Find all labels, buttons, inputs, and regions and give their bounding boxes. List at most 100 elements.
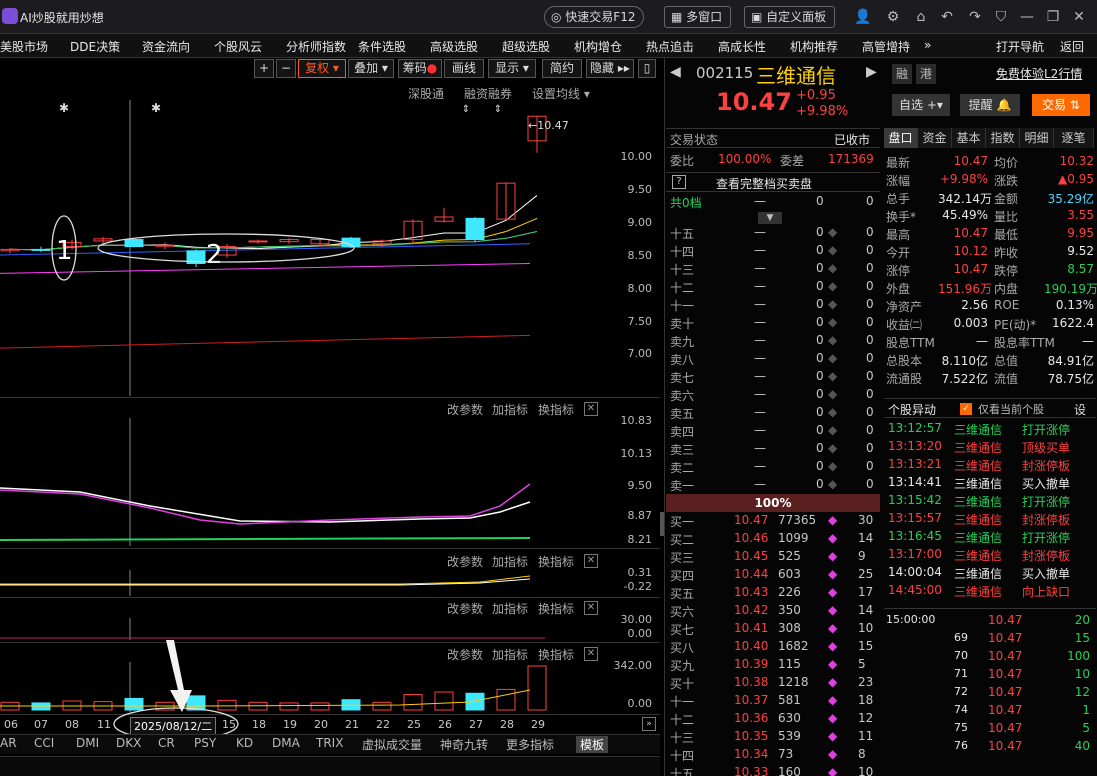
buy-level-row[interactable]: 十五 10.33 160 ◆ 10: [668, 764, 880, 776]
fuquan-button[interactable]: 复权 ▾: [298, 59, 346, 78]
close-pane-icon[interactable]: ✕: [584, 647, 598, 661]
tab-tick[interactable]: 逐笔: [1054, 128, 1094, 148]
buy-level-row[interactable]: 买九 10.39 115 ◆ 5: [668, 656, 880, 674]
sell-level-row[interactable]: 卖二 —0 ◆ 0: [668, 458, 880, 476]
expand-book-icon[interactable]: ▼: [758, 212, 782, 224]
sell-level-row[interactable]: 卖八 —0 ◆ 0: [668, 350, 880, 368]
indicator-tab-template[interactable]: 模板: [576, 736, 609, 753]
indicator-tab-cr[interactable]: CR: [158, 736, 175, 750]
indicator-tab-dmi[interactable]: DMI: [76, 736, 99, 750]
menu-item-open-nav[interactable]: 打开导航: [996, 38, 1044, 55]
maximize-icon[interactable]: ❐: [1044, 8, 1062, 26]
alert-row[interactable]: 14:00:04 三维通信 买入撤单: [886, 564, 1096, 582]
sell-level-row[interactable]: 卖一 —0 ◆ 0: [668, 476, 880, 494]
minimize-icon[interactable]: —: [1018, 8, 1036, 26]
switch-indicator-button[interactable]: 换指标: [538, 401, 574, 418]
chips-button[interactable]: 筹码●: [398, 59, 442, 78]
tab-pankou[interactable]: 盘口: [884, 128, 918, 148]
l2-trial-link[interactable]: 免费体验L2行情: [996, 65, 1082, 82]
user-icon[interactable]: 👤: [854, 8, 872, 26]
buy-level-row[interactable]: 买一 10.47 77365 ◆ 30: [668, 512, 880, 530]
menu-item-advanced[interactable]: 高级选股: [430, 38, 478, 55]
settings-icon[interactable]: ⚙: [884, 8, 902, 26]
menu-item-institution[interactable]: 机构增仓: [574, 38, 622, 55]
custom-panel-button[interactable]: ▣ 自定义面板: [744, 6, 836, 28]
display-button[interactable]: 显示 ▾: [488, 59, 536, 78]
overlay-button[interactable]: 叠加 ▾: [348, 59, 394, 78]
menu-item-hotspot[interactable]: 热点追击: [646, 38, 694, 55]
sell-level-row[interactable]: 十三 —0 ◆ 0: [668, 260, 880, 278]
menu-item-capital-flow[interactable]: 资金流向: [142, 38, 190, 55]
buy-level-row[interactable]: 买四 10.44 603 ◆ 25: [668, 566, 880, 584]
sell-level-row[interactable]: 卖五 —0 ◆ 0: [668, 404, 880, 422]
only-current-checkbox[interactable]: ✓: [960, 403, 972, 415]
hide-button[interactable]: 隐藏 ▸▸: [586, 59, 634, 78]
menu-more-icon[interactable]: »: [924, 38, 931, 52]
alert-row[interactable]: 14:45:00 三维通信 向上缺口: [886, 582, 1096, 600]
buy-level-row[interactable]: 买七 10.41 308 ◆ 10: [668, 620, 880, 638]
draw-line-button[interactable]: 画线: [444, 59, 484, 78]
alert-row[interactable]: 13:13:21 三维通信 封涨停板: [886, 456, 1096, 474]
sub-chart-2[interactable]: [0, 570, 600, 596]
tab-index[interactable]: 指数: [986, 128, 1020, 148]
buy-level-row[interactable]: 买五 10.43 226 ◆ 17: [668, 584, 880, 602]
menu-item-growth[interactable]: 高成长性: [718, 38, 766, 55]
edit-params-button[interactable]: 改参数: [447, 553, 483, 570]
add-indicator-button[interactable]: 加指标: [492, 553, 528, 570]
close-pane-icon[interactable]: ✕: [584, 601, 598, 615]
switch-indicator-button[interactable]: 换指标: [538, 600, 574, 617]
sell-level-row[interactable]: 卖九 —0 ◆ 0: [668, 332, 880, 350]
alert-row[interactable]: 13:14:41 三维通信 买入撤单: [886, 474, 1096, 492]
add-indicator-button[interactable]: 加指标: [492, 401, 528, 418]
close-pane-icon[interactable]: ✕: [584, 402, 598, 416]
menu-item-stock-news[interactable]: 个股风云: [214, 38, 262, 55]
simple-button[interactable]: 简约: [542, 59, 582, 78]
add-watchlist-button[interactable]: 自选 +▾: [892, 94, 950, 116]
buy-level-row[interactable]: 买八 10.40 1682 ◆ 15: [668, 638, 880, 656]
indicator-tab-cci[interactable]: CCI: [34, 736, 54, 750]
tab-detail[interactable]: 明细: [1020, 128, 1054, 148]
close-icon[interactable]: ✕: [1070, 8, 1088, 26]
scroll-right-icon[interactable]: »: [642, 717, 656, 731]
sell-level-row[interactable]: 十五 —0 ◆ 0: [668, 224, 880, 242]
home-icon[interactable]: ⌂: [912, 8, 930, 26]
edit-params-button[interactable]: 改参数: [447, 401, 483, 418]
sub-chart-1[interactable]: [0, 418, 600, 546]
zoom-out-button[interactable]: −: [276, 59, 296, 78]
indicator-tab-td9[interactable]: 神奇九转: [440, 736, 488, 753]
buy-level-row[interactable]: 十四 10.34 73 ◆ 8: [668, 746, 880, 764]
hk-connect-badge[interactable]: 港: [916, 64, 936, 84]
buy-level-row[interactable]: 买十 10.38 1218 ◆ 23: [668, 674, 880, 692]
menu-item-analyst[interactable]: 分析师指数: [286, 38, 346, 55]
collapse-button[interactable]: ▯: [638, 59, 656, 78]
alert-button[interactable]: 提醒 🔔: [960, 94, 1020, 116]
buy-level-row[interactable]: 买二 10.46 1099 ◆ 14: [668, 530, 880, 548]
alert-row[interactable]: 13:15:42 三维通信 打开涨停: [886, 492, 1096, 510]
indicator-tab-more[interactable]: 更多指标: [506, 736, 554, 753]
alerts-settings-button[interactable]: 设: [1074, 401, 1086, 418]
sell-level-row[interactable]: 卖七 —0 ◆ 0: [668, 368, 880, 386]
edit-params-button[interactable]: 改参数: [447, 646, 483, 663]
sell-level-row[interactable]: 十四 —0 ◆ 0: [668, 242, 880, 260]
volume-chart[interactable]: [0, 662, 600, 712]
multi-window-button[interactable]: ▦ 多窗口: [664, 6, 732, 28]
close-pane-icon[interactable]: ✕: [584, 554, 598, 568]
menu-item-back[interactable]: 返回: [1060, 38, 1084, 55]
sell-level-row[interactable]: 卖三 —0 ◆ 0: [668, 440, 880, 458]
margin-badge[interactable]: 融: [892, 64, 912, 84]
alert-row[interactable]: 13:12:57 三维通信 打开涨停: [886, 420, 1096, 438]
menu-item-super[interactable]: 超级选股: [502, 38, 550, 55]
forward-icon[interactable]: ↷: [966, 8, 984, 26]
menu-item-condition[interactable]: 条件选股: [358, 38, 406, 55]
quick-trade-button[interactable]: ◎ 快速交易F12: [544, 6, 645, 28]
tab-funds[interactable]: 资金: [918, 128, 952, 148]
menu-item-dde[interactable]: DDE决策: [70, 38, 120, 55]
trade-button[interactable]: 交易 ⇅: [1032, 94, 1090, 116]
alert-row[interactable]: 13:16:45 三维通信 打开涨停: [886, 528, 1096, 546]
sell-level-row[interactable]: 十一 —0 ◆ 0: [668, 296, 880, 314]
menu-item-exec-buy[interactable]: 高管增持: [862, 38, 910, 55]
buy-level-row[interactable]: 买六 10.42 350 ◆ 14: [668, 602, 880, 620]
prev-stock-icon[interactable]: ◀: [670, 64, 681, 80]
indicator-tab-dkx[interactable]: DKX: [116, 736, 141, 750]
indicator-tab-psy[interactable]: PSY: [194, 736, 216, 750]
